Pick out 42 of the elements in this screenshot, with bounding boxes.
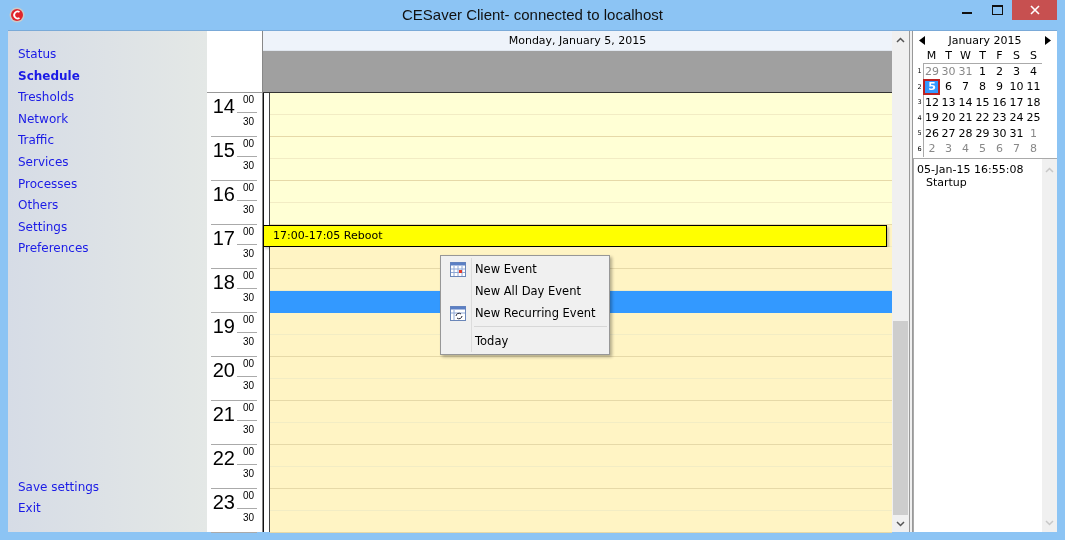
minute-label: 00 xyxy=(237,355,257,377)
minute-label: 30 xyxy=(241,467,255,481)
hour-label: 18 xyxy=(211,270,236,295)
log-message: Startup xyxy=(925,176,968,189)
minute-label: 30 xyxy=(241,511,255,525)
weekday-label: T xyxy=(978,49,987,63)
hour-label: 20 xyxy=(211,358,236,383)
minute-label: 30 xyxy=(241,203,255,217)
minute-label: 00 xyxy=(237,179,257,201)
minute-label: 00 xyxy=(237,487,257,509)
minute-label: 30 xyxy=(241,291,255,305)
minute-label: 30 xyxy=(241,379,255,393)
hour-label: 15 xyxy=(211,138,236,163)
weekday-label: S xyxy=(1012,49,1021,63)
minute-label: 30 xyxy=(241,115,255,129)
minute-label: 30 xyxy=(241,335,255,349)
hour-label: 19 xyxy=(211,314,236,339)
weekday-label: M xyxy=(925,49,938,63)
hour-label: 21 xyxy=(211,402,236,427)
date-header: Monday, January 5, 2015 xyxy=(263,31,892,51)
minute-label: 00 xyxy=(237,443,257,465)
minute-label: 30 xyxy=(241,159,255,173)
weekday-label: F xyxy=(995,49,1004,63)
weekday-label: W xyxy=(959,49,972,63)
log-time: 05-Jan-15 16:55:08 xyxy=(917,163,1025,176)
minute-label: 00 xyxy=(237,267,257,289)
month-title: January 2015 xyxy=(948,34,1022,47)
hour-label: 14 xyxy=(211,94,236,119)
minute-label: 00 xyxy=(237,311,257,333)
window-title: CESaver Client- connected to localhost xyxy=(401,6,664,23)
weekday-label: T xyxy=(944,49,953,63)
hour-label: 16 xyxy=(211,182,236,207)
hour-label: 23 xyxy=(211,490,236,515)
minute-label: 30 xyxy=(241,247,255,261)
hour-label: 22 xyxy=(211,446,236,471)
minute-label: 00 xyxy=(237,135,257,157)
minute-label: 00 xyxy=(237,399,257,421)
minute-label: 00 xyxy=(237,223,257,245)
minute-label: 30 xyxy=(241,423,255,437)
minute-label: 00 xyxy=(237,91,257,113)
weekday-label: S xyxy=(1029,49,1038,63)
hour-label: 17 xyxy=(211,226,236,251)
